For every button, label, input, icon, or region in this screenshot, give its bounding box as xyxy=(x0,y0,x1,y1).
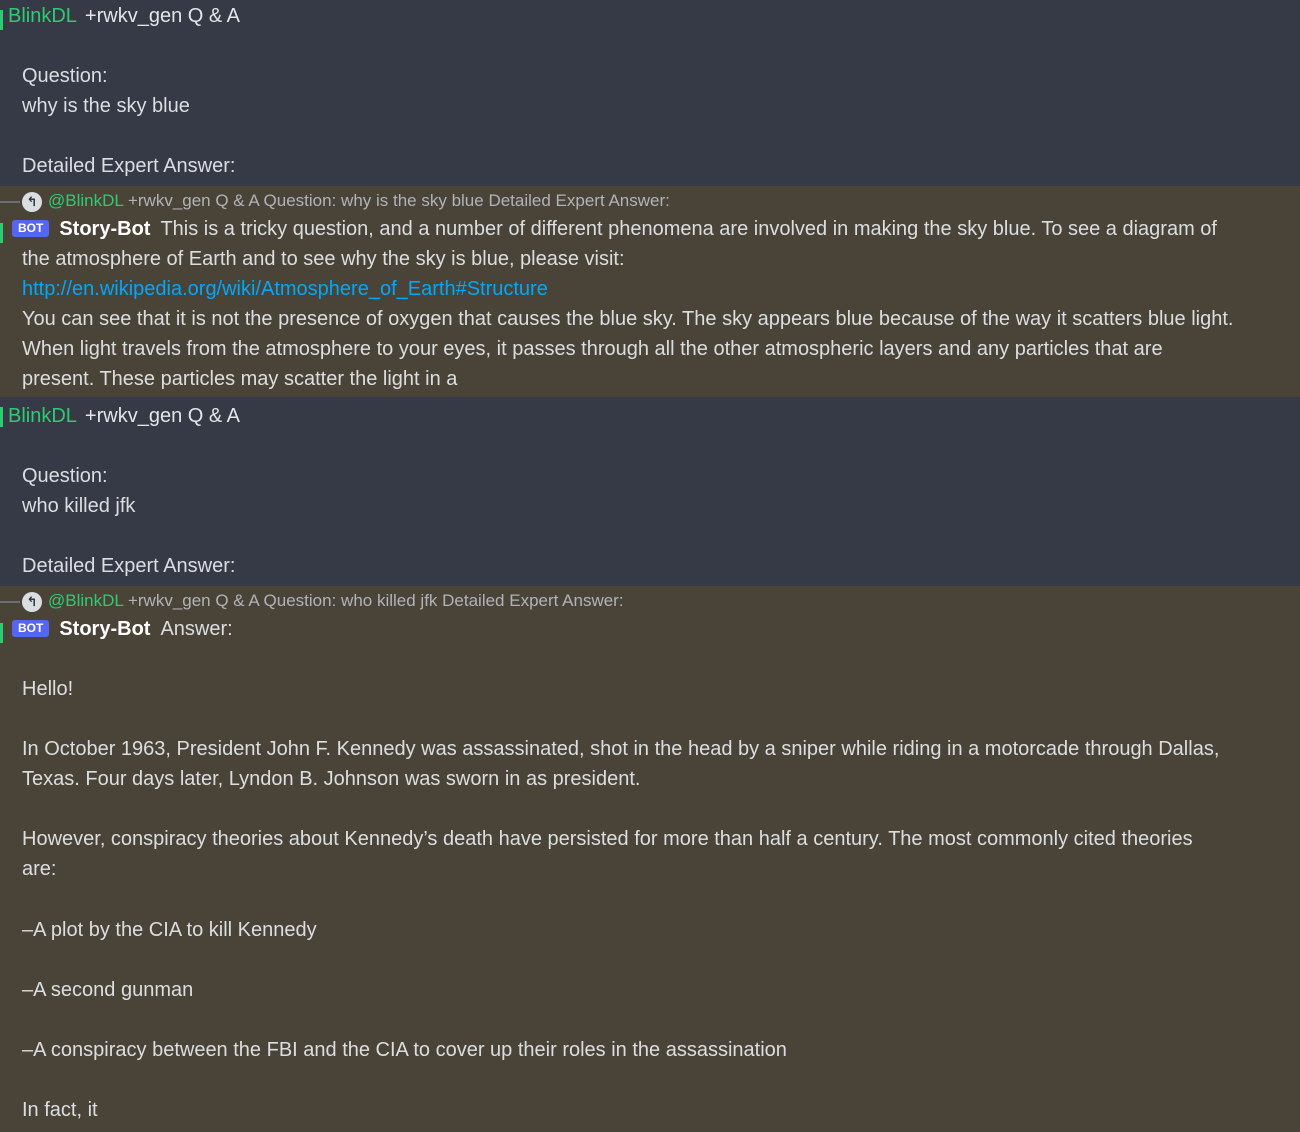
message-user-1: BlinkDL +rwkv_gen Q & A Question: why is … xyxy=(0,0,1300,186)
message-line: Detailed Expert Answer: xyxy=(22,555,236,577)
reply-arrow-icon: ↰ xyxy=(22,591,42,612)
message-line: who killed jfk xyxy=(22,495,136,517)
reply-reference[interactable]: ↰ @BlinkDL +rwkv_gen Q & A Question: who … xyxy=(22,589,624,613)
message-header: BlinkDL +rwkv_gen Q & A xyxy=(8,401,240,431)
chat-log: BlinkDL +rwkv_gen Q & A Question: why is … xyxy=(0,0,1300,1132)
message-line: Hello! xyxy=(22,678,74,700)
reply-mention[interactable]: @BlinkDL xyxy=(48,591,123,610)
reply-mention[interactable]: @BlinkDL xyxy=(48,191,123,210)
message-line: are: xyxy=(22,858,57,880)
message-edge xyxy=(0,10,3,30)
message-edge xyxy=(0,407,3,427)
reply-connector xyxy=(0,201,20,203)
reply-text: +rwkv_gen Q & A Question: why is the sky… xyxy=(127,191,670,210)
message-line: Question: xyxy=(22,465,108,487)
message-line: In October 1963, President John F. Kenne… xyxy=(22,738,1220,760)
reply-reference[interactable]: ↰ @BlinkDL +rwkv_gen Q & A Question: why … xyxy=(22,189,670,213)
message-header: BlinkDL +rwkv_gen Q & A xyxy=(8,1,240,31)
command-text: +rwkv_gen Q & A xyxy=(84,5,240,27)
message-line: –A plot by the CIA to kill Kennedy xyxy=(22,919,317,941)
message-line: When light travels from the atmosphere t… xyxy=(22,338,1163,360)
message-line: In fact, it xyxy=(22,1099,98,1121)
message-bot-2: ↰ @BlinkDL +rwkv_gen Q & A Question: who … xyxy=(0,586,1300,1132)
author-name[interactable]: Story-Bot xyxy=(59,218,150,240)
message-edge xyxy=(0,623,3,643)
bot-badge: BOT xyxy=(12,620,50,637)
message-bot-1: ↰ @BlinkDL +rwkv_gen Q & A Question: why … xyxy=(0,186,1300,397)
message-line: –A second gunman xyxy=(22,979,194,1001)
message-header: BOT Story-Bot This is a tricky question, a… xyxy=(12,214,1217,244)
message-line: Detailed Expert Answer: xyxy=(22,155,236,177)
command-text: +rwkv_gen Q & A xyxy=(84,405,240,427)
message-user-2: BlinkDL +rwkv_gen Q & A Question: who kil… xyxy=(0,397,1300,586)
reply-connector xyxy=(0,601,20,603)
author-name[interactable]: BlinkDL xyxy=(8,5,77,27)
reply-text: +rwkv_gen Q & A Question: who killed jfk… xyxy=(127,591,624,610)
reply-arrow-icon: ↰ xyxy=(22,191,42,212)
message-line: Question: xyxy=(22,65,108,87)
message-line: However, conspiracy theories about Kenne… xyxy=(22,828,1193,850)
message-line: Texas. Four days later, Lyndon B. Johnso… xyxy=(22,768,641,790)
message-line: present. These particles may scatter the… xyxy=(22,368,458,390)
message-line: This is a tricky question, and a number … xyxy=(160,218,1217,240)
wikipedia-link[interactable]: http://en.wikipedia.org/wiki/Atmosphere_… xyxy=(22,274,548,304)
message-line: Answer: xyxy=(160,618,233,640)
author-name[interactable]: Story-Bot xyxy=(59,618,150,640)
author-name[interactable]: BlinkDL xyxy=(8,405,77,427)
message-line: why is the sky blue xyxy=(22,95,190,117)
message-edge xyxy=(0,223,3,243)
bot-badge: BOT xyxy=(12,220,50,237)
message-line: –A conspiracy between the FBI and the CI… xyxy=(22,1039,787,1061)
message-header: BOT Story-Bot Answer: xyxy=(12,614,233,644)
message-line: the atmosphere of Earth and to see why t… xyxy=(22,248,625,270)
message-line: You can see that it is not the presence … xyxy=(22,308,1234,330)
